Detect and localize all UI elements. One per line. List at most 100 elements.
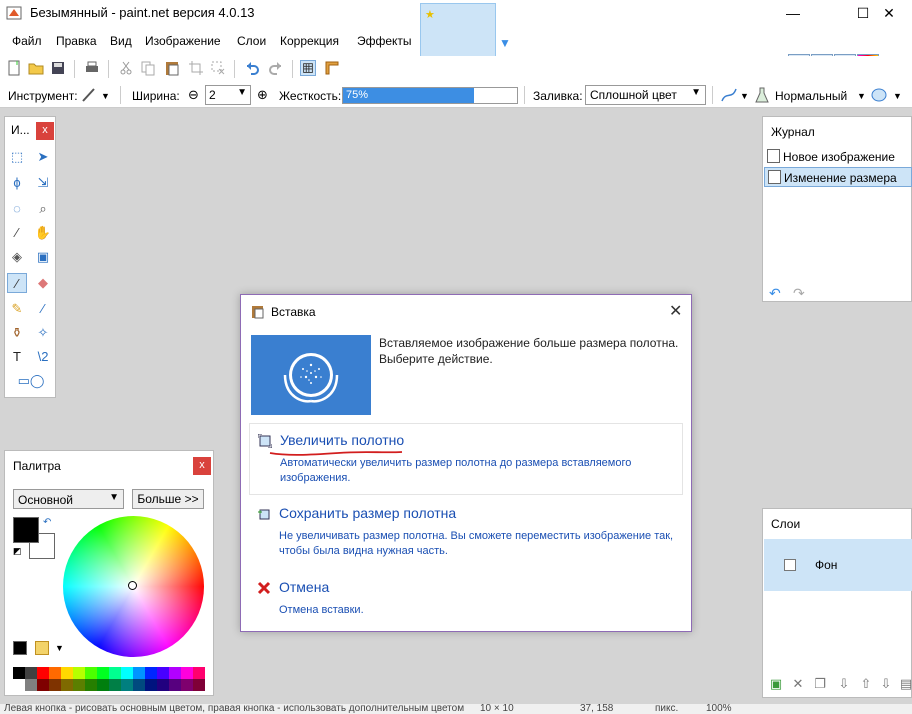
width-decrease-button[interactable]: ⊖ (188, 87, 199, 103)
swap-colors-icon[interactable]: ↶ (43, 517, 51, 528)
blend-mode-value[interactable]: Нормальный (775, 89, 847, 103)
ellipse-select-tool-icon[interactable]: ◌ (7, 199, 27, 219)
palette-color-swatch[interactable] (157, 679, 169, 691)
tools-panel-close-button[interactable]: x (36, 122, 54, 140)
shapes-tool-icon[interactable]: ▭◯ (13, 371, 49, 391)
palette-color-swatch[interactable] (133, 667, 145, 679)
history-item[interactable]: Новое изображение (764, 147, 912, 167)
menu-file[interactable]: Файл (12, 34, 42, 48)
pan-tool-icon[interactable]: ✋ (33, 223, 53, 243)
copy-icon[interactable] (140, 60, 156, 76)
palette-color-swatch[interactable] (73, 679, 85, 691)
palette-color-swatch[interactable] (145, 679, 157, 691)
delete-layer-icon[interactable]: ✕ (791, 677, 805, 691)
more-colors-button[interactable]: Больше >> (132, 489, 204, 509)
eraser-tool-icon[interactable]: ◆ (33, 273, 53, 293)
palette-color-swatch[interactable] (49, 679, 61, 691)
palette-color-swatch[interactable] (61, 667, 73, 679)
tab-list-dropdown-icon[interactable]: ▼ (499, 36, 511, 50)
move-selection-tool-icon[interactable]: ⇲ (33, 173, 53, 193)
palette-color-swatch[interactable] (97, 679, 109, 691)
lasso-select-tool-icon[interactable]: ϕ (7, 173, 27, 193)
crop-icon[interactable] (188, 60, 204, 76)
hardness-slider[interactable]: 75% (342, 87, 518, 104)
layer-properties-icon[interactable]: ▤ (899, 677, 912, 691)
menu-view[interactable]: Вид (110, 34, 132, 48)
history-undo-button[interactable]: ↶ (769, 285, 781, 302)
line-curve-tool-icon[interactable]: \2 (33, 347, 53, 367)
layer-row[interactable]: Фон (764, 539, 912, 591)
palette-color-swatch[interactable] (61, 679, 73, 691)
history-redo-button[interactable]: ↷ (793, 285, 805, 302)
paint-bucket-tool-icon[interactable]: ◈ (7, 247, 27, 267)
palette-color-swatch[interactable] (85, 667, 97, 679)
open-file-icon[interactable] (28, 60, 44, 76)
reset-colors-icon[interactable]: ◩ (13, 546, 22, 557)
undo-icon[interactable] (244, 60, 260, 76)
menu-adjustments[interactable]: Коррекция (280, 34, 339, 48)
duplicate-layer-icon[interactable]: ❐ (813, 677, 827, 691)
brush-width-select[interactable]: 2 ▼ (205, 85, 251, 105)
tool-dropdown-icon[interactable]: ▼ (101, 91, 110, 101)
palette-color-swatch[interactable] (157, 667, 169, 679)
palette-color-swatch[interactable] (145, 667, 157, 679)
palette-color-swatch[interactable] (181, 667, 193, 679)
deselect-icon[interactable] (210, 60, 226, 76)
paintbrush-tool-button-icon[interactable]: ⁄ (7, 273, 27, 293)
move-selected-pixels-tool-icon[interactable]: ➤ (33, 147, 53, 167)
palette-color-swatch[interactable] (85, 679, 97, 691)
palette-color-swatch[interactable] (181, 679, 193, 691)
history-item[interactable]: Изменение размера (764, 167, 912, 187)
palette-color-swatch[interactable] (121, 679, 133, 691)
minimize-button[interactable]: — (770, 0, 816, 26)
palette-color-swatch[interactable] (49, 667, 61, 679)
paintbrush-tool-icon[interactable] (80, 86, 98, 104)
antialiasing-icon[interactable] (720, 86, 738, 104)
units-readout[interactable]: пикс. (655, 704, 678, 714)
palette-color-swatch[interactable] (37, 667, 49, 679)
color-picker-tool-icon[interactable]: ⁄ (33, 299, 53, 319)
move-layer-down-icon[interactable]: ⇩ (879, 677, 893, 691)
palette-color-swatch[interactable] (13, 667, 25, 679)
recolor-tool-icon[interactable]: ✧ (33, 323, 53, 343)
fill-mode-select[interactable]: Сплошной цвет ▼ (585, 85, 706, 105)
color-wheel-marker[interactable] (128, 581, 137, 590)
palette-color-swatch[interactable] (13, 679, 25, 691)
palette-color-swatch[interactable] (25, 679, 37, 691)
palette-color-swatch[interactable] (73, 667, 85, 679)
color-mode-select[interactable]: Основной ▼ (13, 489, 124, 509)
palette-color-swatch[interactable] (37, 679, 49, 691)
cut-icon[interactable] (118, 60, 134, 76)
palette-color-swatch[interactable] (109, 679, 121, 691)
palette-color-swatch[interactable] (169, 667, 181, 679)
zoom-readout[interactable]: 100% (706, 704, 732, 714)
text-tool-icon[interactable]: T (7, 347, 27, 367)
paste-icon[interactable] (164, 60, 180, 76)
palette-color-swatch[interactable] (97, 667, 109, 679)
palette-color-swatch[interactable] (25, 667, 37, 679)
redo-icon[interactable] (268, 60, 284, 76)
merge-layer-down-icon[interactable]: ⇩ (837, 677, 851, 691)
cancel-paste-command-button[interactable]: Отмена Отмена вставки. (249, 571, 683, 617)
palette-menu-icon[interactable] (35, 641, 49, 655)
save-file-icon[interactable] (50, 60, 66, 76)
zoom-tool-icon[interactable]: ⌕ (33, 199, 53, 219)
palette-color-swatch[interactable] (109, 667, 121, 679)
blend-mode-dropdown-icon[interactable]: ▼ (857, 91, 866, 101)
antialiasing-dropdown-icon[interactable]: ▼ (740, 91, 749, 101)
clipping-dropdown-icon[interactable]: ▼ (893, 91, 902, 101)
add-layer-icon[interactable]: ▣ (769, 677, 783, 691)
print-icon[interactable] (84, 60, 100, 76)
rectangle-select-tool-icon[interactable]: ⬚ (7, 147, 27, 167)
palette-color-swatch[interactable] (121, 667, 133, 679)
palette-dropdown-icon[interactable]: ▼ (55, 643, 64, 653)
palette-color-swatch[interactable] (193, 679, 205, 691)
add-color-icon[interactable] (13, 641, 27, 655)
gradient-tool-icon[interactable]: ▣ (33, 247, 53, 267)
move-layer-up-icon[interactable]: ⇧ (859, 677, 873, 691)
menu-image[interactable]: Изображение (145, 34, 221, 48)
new-file-icon[interactable] (6, 60, 22, 76)
dialog-close-button[interactable]: ✕ (669, 301, 682, 321)
pencil-tool-icon[interactable]: ✎ (7, 299, 27, 319)
palette-panel-close-button[interactable]: x (193, 457, 211, 475)
